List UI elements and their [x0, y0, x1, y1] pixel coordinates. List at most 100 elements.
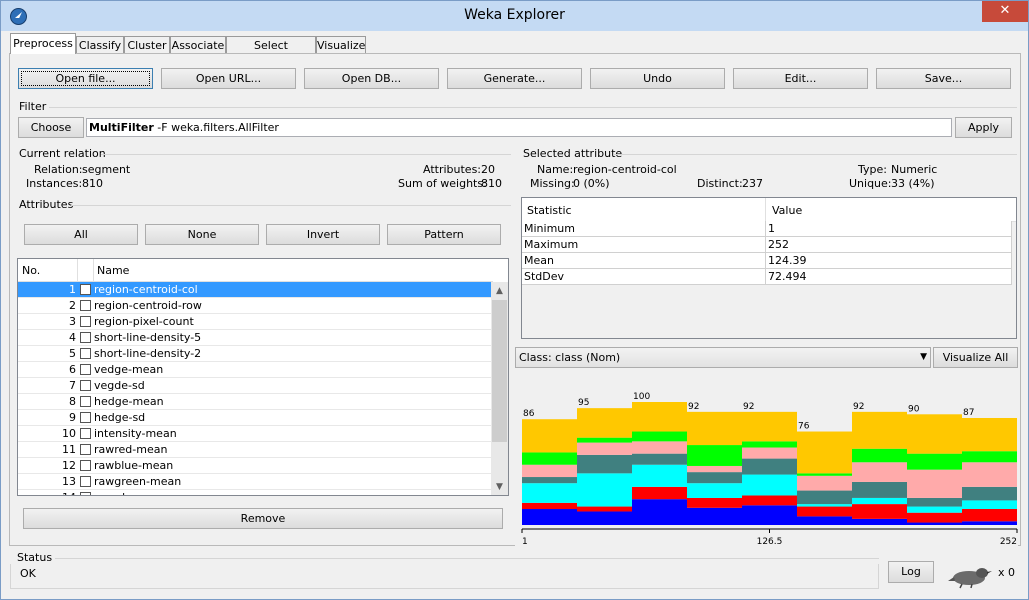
- attribute-row[interactable]: 6 vedge-mean: [18, 362, 493, 378]
- chevron-down-icon: ▼: [920, 352, 927, 362]
- value-col-header[interactable]: Value: [772, 204, 802, 217]
- attr-type-value: Numeric: [891, 163, 938, 176]
- statistic-name: Minimum: [522, 221, 766, 237]
- scroll-thumb[interactable]: [492, 300, 507, 442]
- visualize-all-button[interactable]: Visualize All: [933, 347, 1018, 368]
- attribute-checkbox[interactable]: [80, 396, 91, 407]
- close-button[interactable]: ✕: [982, 1, 1028, 22]
- status-box: [10, 564, 879, 589]
- bar-segment: [907, 469, 962, 498]
- bar-segment: [522, 419, 577, 453]
- attribute-row[interactable]: 14 exred-mean: [18, 490, 493, 495]
- attribute-name: exred-mean: [94, 490, 160, 495]
- attribute-row[interactable]: 7 vegde-sd: [18, 378, 493, 394]
- attribute-row[interactable]: 8 hedge-mean: [18, 394, 493, 410]
- bar-segment: [632, 441, 687, 454]
- col-no-header[interactable]: No.: [22, 264, 40, 277]
- tab-cluster[interactable]: Cluster: [124, 36, 170, 53]
- invert-selection-button[interactable]: Invert: [266, 224, 380, 245]
- scroll-down-icon[interactable]: ▼: [491, 479, 508, 495]
- attribute-no: 10: [62, 427, 76, 440]
- statistics-table: Statistic Value Minimum 1 Maximum 252 Mean 12…: [521, 197, 1017, 339]
- attribute-checkbox[interactable]: [80, 444, 91, 455]
- tab-visualize[interactable]: Visualize: [316, 36, 366, 53]
- attribute-row[interactable]: 10 intensity-mean: [18, 426, 493, 442]
- attribute-checkbox[interactable]: [80, 476, 91, 487]
- select-all-button[interactable]: All: [24, 224, 138, 245]
- scroll-up-icon[interactable]: ▲: [491, 283, 508, 299]
- attribute-row[interactable]: 12 rawblue-mean: [18, 458, 493, 474]
- attribute-checkbox[interactable]: [80, 428, 91, 439]
- tab-classify[interactable]: Classify: [76, 36, 124, 53]
- window-title: Weka Explorer: [464, 7, 565, 23]
- attribute-name: vedge-mean: [94, 363, 164, 376]
- bar-segment: [632, 499, 687, 525]
- pattern-button[interactable]: Pattern: [387, 224, 501, 245]
- class-select[interactable]: Class: class (Nom) ▼: [515, 347, 931, 368]
- attribute-row[interactable]: 2 region-centroid-row: [18, 298, 493, 314]
- header-divider: [93, 259, 94, 281]
- attribute-checkbox[interactable]: [80, 316, 91, 327]
- relation-divider: [101, 154, 511, 155]
- attribute-checkbox[interactable]: [80, 364, 91, 375]
- bar-segment: [522, 483, 577, 503]
- attribute-checkbox[interactable]: [80, 492, 91, 495]
- attribute-row[interactable]: 13 rawgreen-mean: [18, 474, 493, 490]
- bar-segment: [907, 506, 962, 513]
- remove-button[interactable]: Remove: [23, 508, 503, 529]
- select-none-button[interactable]: None: [145, 224, 259, 245]
- weka-bird-icon[interactable]: [946, 561, 992, 589]
- attribute-name: hedge-mean: [94, 395, 164, 408]
- bar-segment: [522, 509, 577, 525]
- open-url-button[interactable]: Open URL...: [161, 68, 296, 89]
- bar-segment: [687, 465, 742, 473]
- save-button[interactable]: Save...: [876, 68, 1011, 89]
- attributes-table-header: No. Name: [18, 259, 493, 282]
- bar-segment: [797, 475, 852, 491]
- attr-unique-label: Unique:: [849, 177, 892, 190]
- col-name-header[interactable]: Name: [97, 264, 129, 277]
- attribute-row[interactable]: 5 short-line-density-2: [18, 346, 493, 362]
- statistic-value: 72.494: [766, 269, 1012, 285]
- open-db-button[interactable]: Open DB...: [304, 68, 439, 89]
- filter-field[interactable]: MultiFilter -F weka.filters.AllFilter: [86, 118, 952, 137]
- attribute-name: short-line-density-2: [94, 347, 202, 360]
- bar-segment: [577, 408, 632, 438]
- bar-segment: [632, 402, 687, 432]
- attribute-row[interactable]: 3 region-pixel-count: [18, 314, 493, 330]
- bin-count-label: 100: [633, 392, 650, 402]
- attribute-row[interactable]: 9 hedge-sd: [18, 410, 493, 426]
- selected-attribute-label: Selected attribute: [523, 147, 623, 160]
- attribute-checkbox[interactable]: [80, 332, 91, 343]
- attribute-no: 3: [69, 315, 76, 328]
- choose-filter-button[interactable]: Choose: [18, 117, 84, 138]
- log-button[interactable]: Log: [888, 561, 934, 583]
- tab-select-attributes[interactable]: Select attributes: [226, 36, 316, 69]
- attribute-checkbox[interactable]: [80, 348, 91, 359]
- attribute-checkbox[interactable]: [80, 284, 91, 295]
- attribute-no: 8: [69, 395, 76, 408]
- attributes-scrollbar[interactable]: ▲ ▼: [491, 282, 508, 495]
- open-file-button[interactable]: Open file...: [18, 68, 153, 89]
- edit-button[interactable]: Edit...: [733, 68, 868, 89]
- bar-segment: [632, 486, 687, 500]
- attribute-name: region-pixel-count: [94, 315, 194, 328]
- undo-button[interactable]: Undo: [590, 68, 725, 89]
- attribute-checkbox[interactable]: [80, 380, 91, 391]
- attribute-name: rawblue-mean: [94, 459, 174, 472]
- class-distribution-chart: 86 95 100 92 92 76 92 90 87 1 126.5 252: [515, 371, 1018, 547]
- attribute-row[interactable]: 4 short-line-density-5: [18, 330, 493, 346]
- bar-segment: [962, 509, 1017, 522]
- attribute-checkbox[interactable]: [80, 412, 91, 423]
- tab-associate[interactable]: Associate: [170, 36, 226, 53]
- bar-segment: [742, 505, 797, 525]
- attribute-row[interactable]: 1 region-centroid-col: [18, 282, 493, 298]
- tab-preprocess[interactable]: Preprocess: [10, 33, 76, 54]
- bin-count-label: 86: [523, 409, 535, 419]
- attribute-row[interactable]: 11 rawred-mean: [18, 442, 493, 458]
- generate-button[interactable]: Generate...: [447, 68, 582, 89]
- statistic-col-header[interactable]: Statistic: [527, 204, 572, 217]
- attribute-checkbox[interactable]: [80, 460, 91, 471]
- apply-button[interactable]: Apply: [955, 117, 1012, 138]
- attribute-checkbox[interactable]: [80, 300, 91, 311]
